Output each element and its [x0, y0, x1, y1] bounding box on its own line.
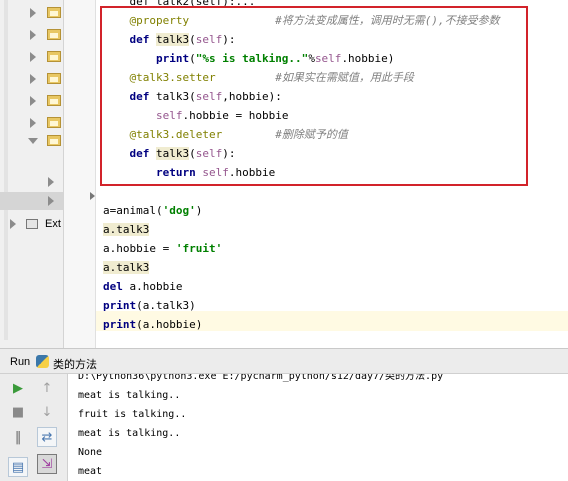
expand-arrow-icon[interactable] [30, 8, 36, 18]
folder-icon [47, 117, 61, 128]
run-panel-header: Run 类的方法 [0, 348, 568, 374]
tree-item[interactable] [0, 48, 63, 66]
run-config-title[interactable]: 类的方法 [53, 356, 97, 372]
expand-arrow-icon[interactable] [48, 196, 54, 206]
console-line: meat [78, 466, 103, 477]
code-line[interactable]: print(a.hobbie) [103, 315, 202, 334]
tree-item[interactable] [0, 70, 63, 88]
python-icon [36, 355, 49, 368]
code-token: del [103, 280, 130, 293]
tree-item[interactable] [0, 4, 63, 22]
code-line[interactable]: a.talk3 [103, 258, 150, 277]
exit-icon[interactable]: ⇲ [37, 454, 57, 474]
code-token: (a.hobbie) [136, 318, 203, 331]
expand-arrow-icon[interactable] [30, 52, 36, 62]
code-token: a.talk3 [103, 223, 150, 236]
code-token: ) [195, 204, 203, 217]
folder-icon [47, 7, 61, 18]
project-tree: Ext [0, 0, 64, 348]
run-tab-label[interactable]: Run [10, 356, 30, 368]
expand-arrow-icon[interactable] [10, 219, 16, 229]
fold-marker-icon[interactable] [90, 192, 95, 200]
annotation-red-box [100, 6, 528, 186]
code-token: a.hobbie [129, 280, 183, 293]
tree-item[interactable] [0, 92, 63, 110]
folder-icon [47, 51, 61, 62]
console-line: D:\Python36\python3.exe E:/pycharm_pytho… [78, 374, 444, 382]
tree-item-expanded[interactable] [0, 132, 63, 150]
arrow-down-icon[interactable]: ↓ [37, 402, 57, 422]
folder-icon [47, 135, 61, 146]
folder-icon [47, 95, 61, 106]
play-icon[interactable]: ▶ [8, 378, 28, 398]
expand-arrow-icon[interactable] [30, 96, 36, 106]
folder-icon [47, 29, 61, 40]
code-line[interactable]: print(a.talk3) [103, 296, 196, 315]
console-line: None [78, 447, 103, 458]
code-token: 'fruit' [175, 242, 223, 255]
code-token: print [103, 299, 137, 312]
external-libraries-label[interactable]: Ext [45, 218, 61, 230]
pause-icon[interactable]: ‖ [8, 427, 28, 447]
expand-arrow-icon[interactable] [30, 30, 36, 40]
arrow-up-icon[interactable]: ↑ [37, 378, 57, 398]
code-line[interactable]: a.hobbie = 'fruit' [103, 239, 222, 258]
expand-arrow-icon[interactable] [30, 118, 36, 128]
run-console[interactable]: D:\Python36\python3.exe E:/pycharm_pytho… [68, 374, 568, 481]
stop-icon[interactable]: ■ [8, 402, 28, 422]
expand-arrow-icon[interactable] [30, 74, 36, 84]
expand-arrow-icon[interactable] [48, 177, 54, 187]
folder-icon [47, 73, 61, 84]
code-token: 'dog' [162, 204, 196, 217]
console-line: meat is talking.. [78, 428, 181, 439]
code-token: print [103, 318, 137, 331]
tree-item[interactable] [0, 114, 63, 132]
console-line: fruit is talking.. [78, 409, 187, 420]
collapse-arrow-icon[interactable] [28, 138, 38, 144]
library-icon [26, 219, 38, 229]
tree-item[interactable] [0, 173, 63, 191]
run-toolbar: ▶ ↑ ■ ↓ ‖ ⇄ ▤ ⇲ [0, 374, 68, 481]
code-line[interactable]: del a.hobbie [103, 277, 182, 296]
code-line[interactable]: a.talk3 [103, 220, 150, 239]
code-token: a=animal( [103, 204, 163, 217]
tree-item-selected[interactable] [0, 192, 63, 210]
code-token: a.hobbie = [103, 242, 176, 255]
code-token: (a.talk3) [136, 299, 196, 312]
code-token: a.talk3 [103, 261, 150, 274]
tree-item[interactable] [0, 26, 63, 44]
console-line: meat is talking.. [78, 390, 181, 401]
wrap-icon[interactable]: ⇄ [37, 427, 57, 447]
code-line[interactable]: a=animal('dog') [103, 201, 202, 220]
layout-icon[interactable]: ▤ [8, 457, 28, 477]
editor-gutter [64, 0, 96, 348]
